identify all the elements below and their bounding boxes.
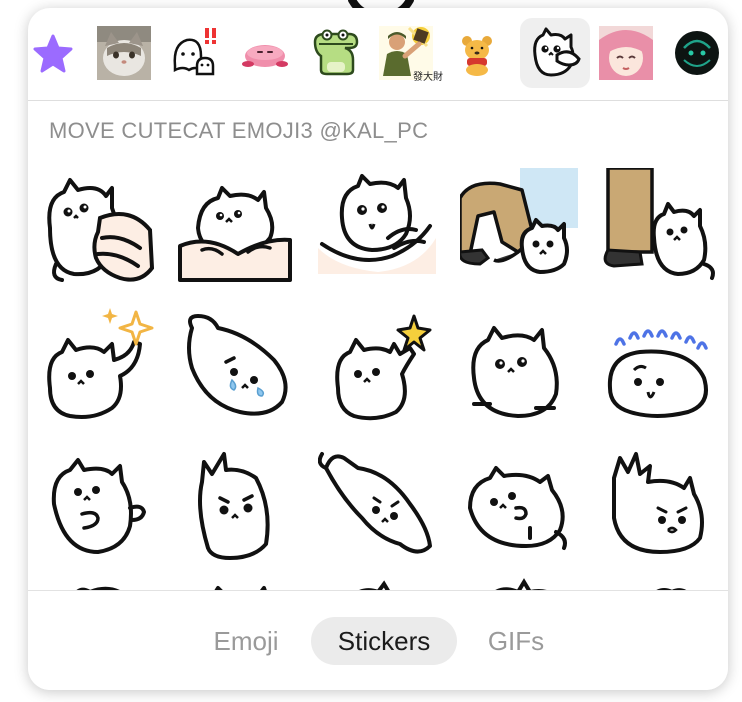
crocodile-thumbnail (313, 29, 359, 76)
tab-gifs[interactable]: GIFs (468, 617, 564, 665)
picker-mode-tab-bar: Emoji Stickers GIFs (28, 590, 728, 690)
tab-bear-pack[interactable] (442, 18, 512, 88)
sticker-partial-5[interactable] (600, 576, 718, 590)
pink-blob-thumbnail (242, 45, 288, 67)
dark-pack-thumbnail (675, 31, 719, 75)
sticker-picker-panel: MOVE CUTECAT EMOJI3 @KAL_PC Emoji Sticke… (28, 8, 728, 690)
sticker-cat-swooping[interactable] (318, 448, 436, 570)
favorites-tab[interactable] (28, 18, 88, 88)
tab-pink-blob-pack[interactable] (230, 18, 300, 88)
fortune-man-caption: 發大財 (413, 72, 443, 83)
tab-emoji[interactable]: Emoji (196, 617, 296, 665)
cutecat-thumbnail (533, 27, 581, 77)
sticker-pack-tab-bar (28, 8, 728, 101)
sticker-cat-standing-tall[interactable] (178, 448, 296, 570)
sticker-cat-star-raise[interactable] (318, 308, 436, 430)
sticker-cat-on-palm[interactable] (318, 168, 436, 290)
sticker-cat-hugging-hand[interactable] (40, 168, 158, 290)
sticker-partial-2[interactable] (178, 576, 296, 590)
bear-thumbnail (462, 36, 492, 76)
anime-girl-thumbnail (599, 26, 653, 80)
pack-title: MOVE CUTECAT EMOJI3 @KAL_PC (49, 118, 429, 143)
tab-cutecat-pack[interactable] (520, 18, 590, 88)
sticker-partial-3[interactable] (318, 576, 436, 590)
sticker-cat-crying-lying[interactable] (178, 308, 296, 430)
tab-cat-photo-pack[interactable] (89, 18, 159, 88)
sticker-cat-angry-burst[interactable] (600, 448, 718, 570)
sticker-cat-sparkle-wave[interactable] (40, 308, 158, 430)
sticker-cat-rolling[interactable] (460, 448, 578, 570)
tab-ghost-cat-pack[interactable] (159, 18, 229, 88)
tab-dark-pack[interactable] (662, 18, 728, 88)
sticker-cat-beside-legs[interactable] (600, 168, 718, 290)
sticker-cat-speech[interactable] (40, 448, 158, 570)
sticker-partial-1[interactable] (40, 576, 158, 590)
tab-stickers[interactable]: Stickers (311, 617, 457, 665)
sticker-cat-under-legs[interactable] (460, 168, 578, 290)
tab-crocodile-pack[interactable] (301, 18, 371, 88)
sticker-cat-sitting[interactable] (460, 308, 578, 430)
sticker-partial-4[interactable] (460, 576, 578, 590)
cat-photo-thumbnail (97, 26, 151, 80)
sticker-cat-anxious-lines[interactable] (600, 308, 718, 430)
sticker-cat-held-in-hands[interactable] (178, 168, 296, 290)
ghost-cat-thumbnail (173, 28, 216, 76)
tab-anime-girl-pack[interactable] (591, 18, 661, 88)
sticker-grid (28, 158, 728, 590)
star-icon (33, 34, 73, 73)
